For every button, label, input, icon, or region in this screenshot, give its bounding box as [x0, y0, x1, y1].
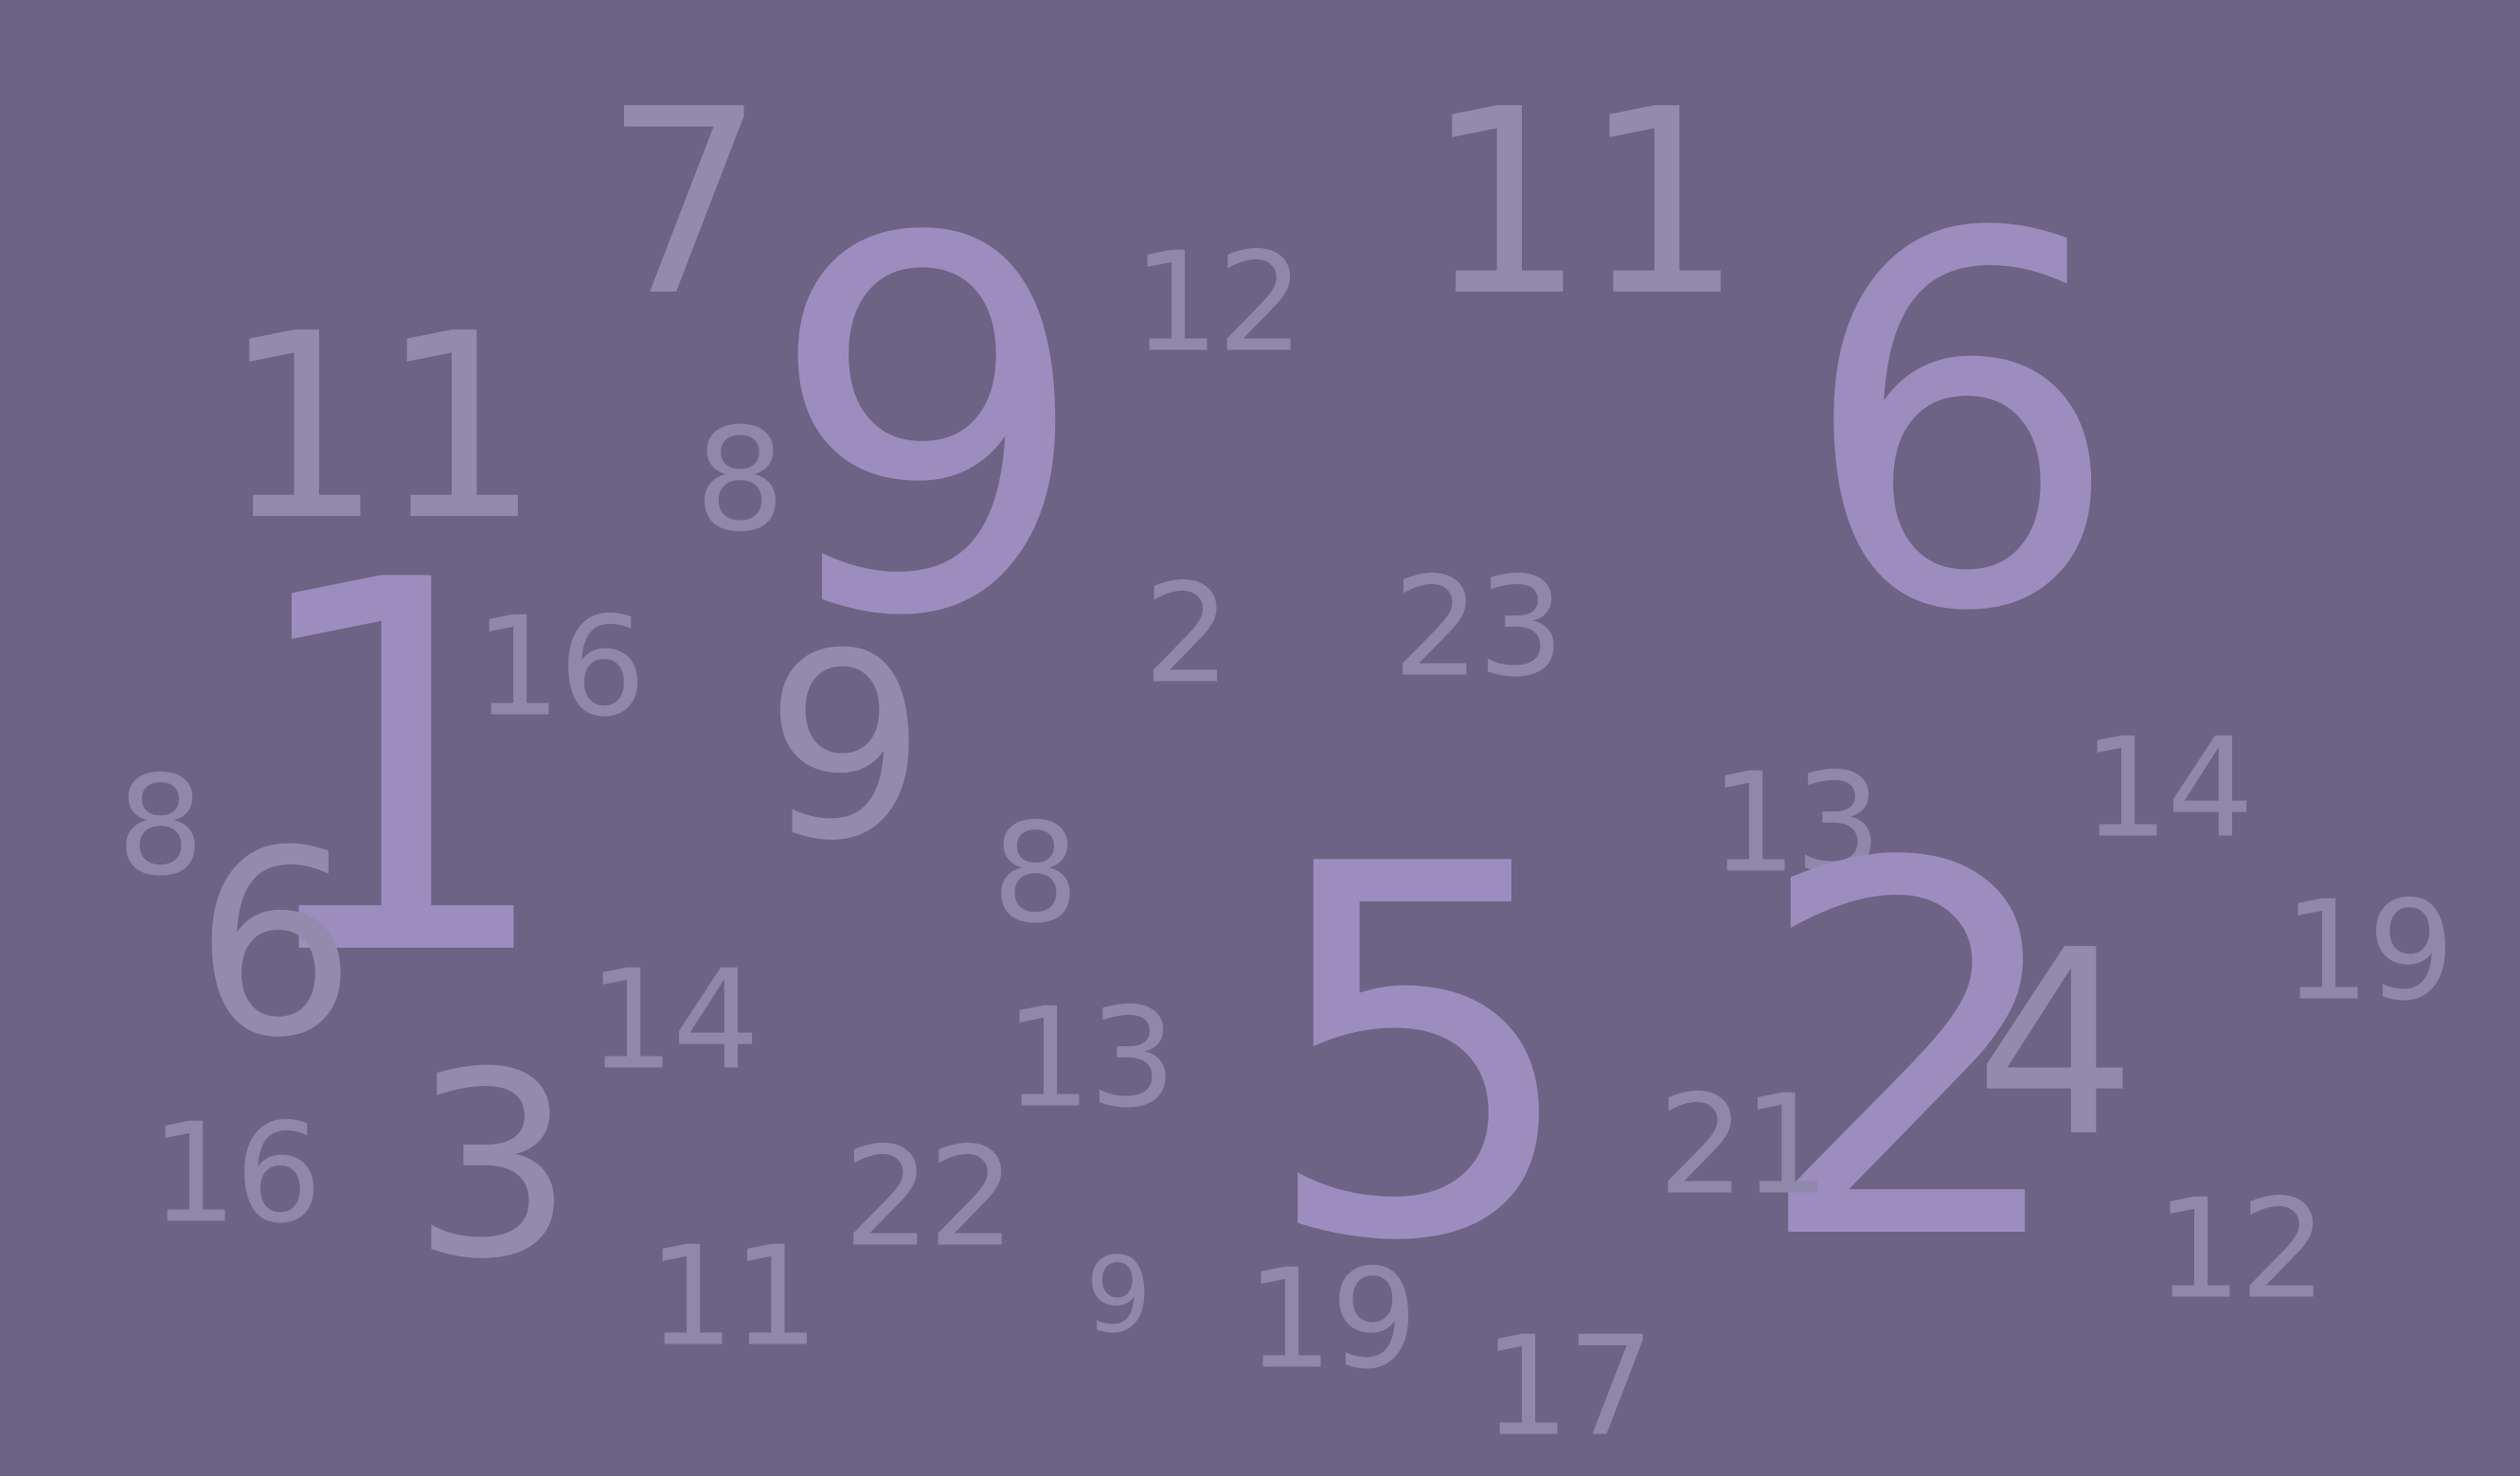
number-tile[interactable]: 5 [1259, 800, 1584, 1311]
number-tile[interactable]: 11 [648, 1229, 820, 1366]
number-tile[interactable]: 13 [1005, 990, 1177, 1128]
number-tile[interactable]: 4 [1975, 916, 2137, 1172]
number-tile[interactable]: 22 [844, 1129, 1016, 1267]
number-tile[interactable]: 23 [1393, 560, 1565, 697]
number-tile[interactable]: 16 [151, 1106, 323, 1243]
number-tile[interactable]: 9 [764, 620, 927, 876]
number-tile[interactable]: 17 [1483, 1319, 1655, 1456]
number-tile[interactable]: 6 [194, 817, 357, 1073]
number-tile[interactable]: 14 [2082, 720, 2255, 858]
number-tile[interactable]: 6 [1798, 170, 2124, 682]
number-tile[interactable]: 19 [1246, 1252, 1419, 1389]
number-tile[interactable]: 8 [116, 758, 204, 896]
number-tile[interactable]: 2 [1143, 566, 1230, 703]
number-tile[interactable]: 8 [695, 410, 785, 552]
number-tile[interactable]: 19 [2283, 883, 2456, 1021]
number-board: 7 11 11 9 12 6 8 1 16 9 2 23 8 6 8 13 14… [0, 0, 2520, 1476]
number-tile[interactable]: 16 [474, 599, 647, 737]
number-tile[interactable]: 3 [412, 1039, 575, 1294]
number-tile[interactable]: 12 [1133, 235, 1305, 372]
number-tile[interactable]: 9 [1085, 1243, 1152, 1347]
number-tile[interactable]: 12 [2155, 1182, 2328, 1319]
number-tile[interactable]: 8 [992, 806, 1079, 943]
number-tile[interactable]: 11 [1424, 76, 1744, 331]
number-tile[interactable]: 14 [588, 952, 760, 1090]
number-tile[interactable]: 21 [1658, 1077, 1831, 1215]
number-tile[interactable]: 7 [603, 76, 766, 331]
